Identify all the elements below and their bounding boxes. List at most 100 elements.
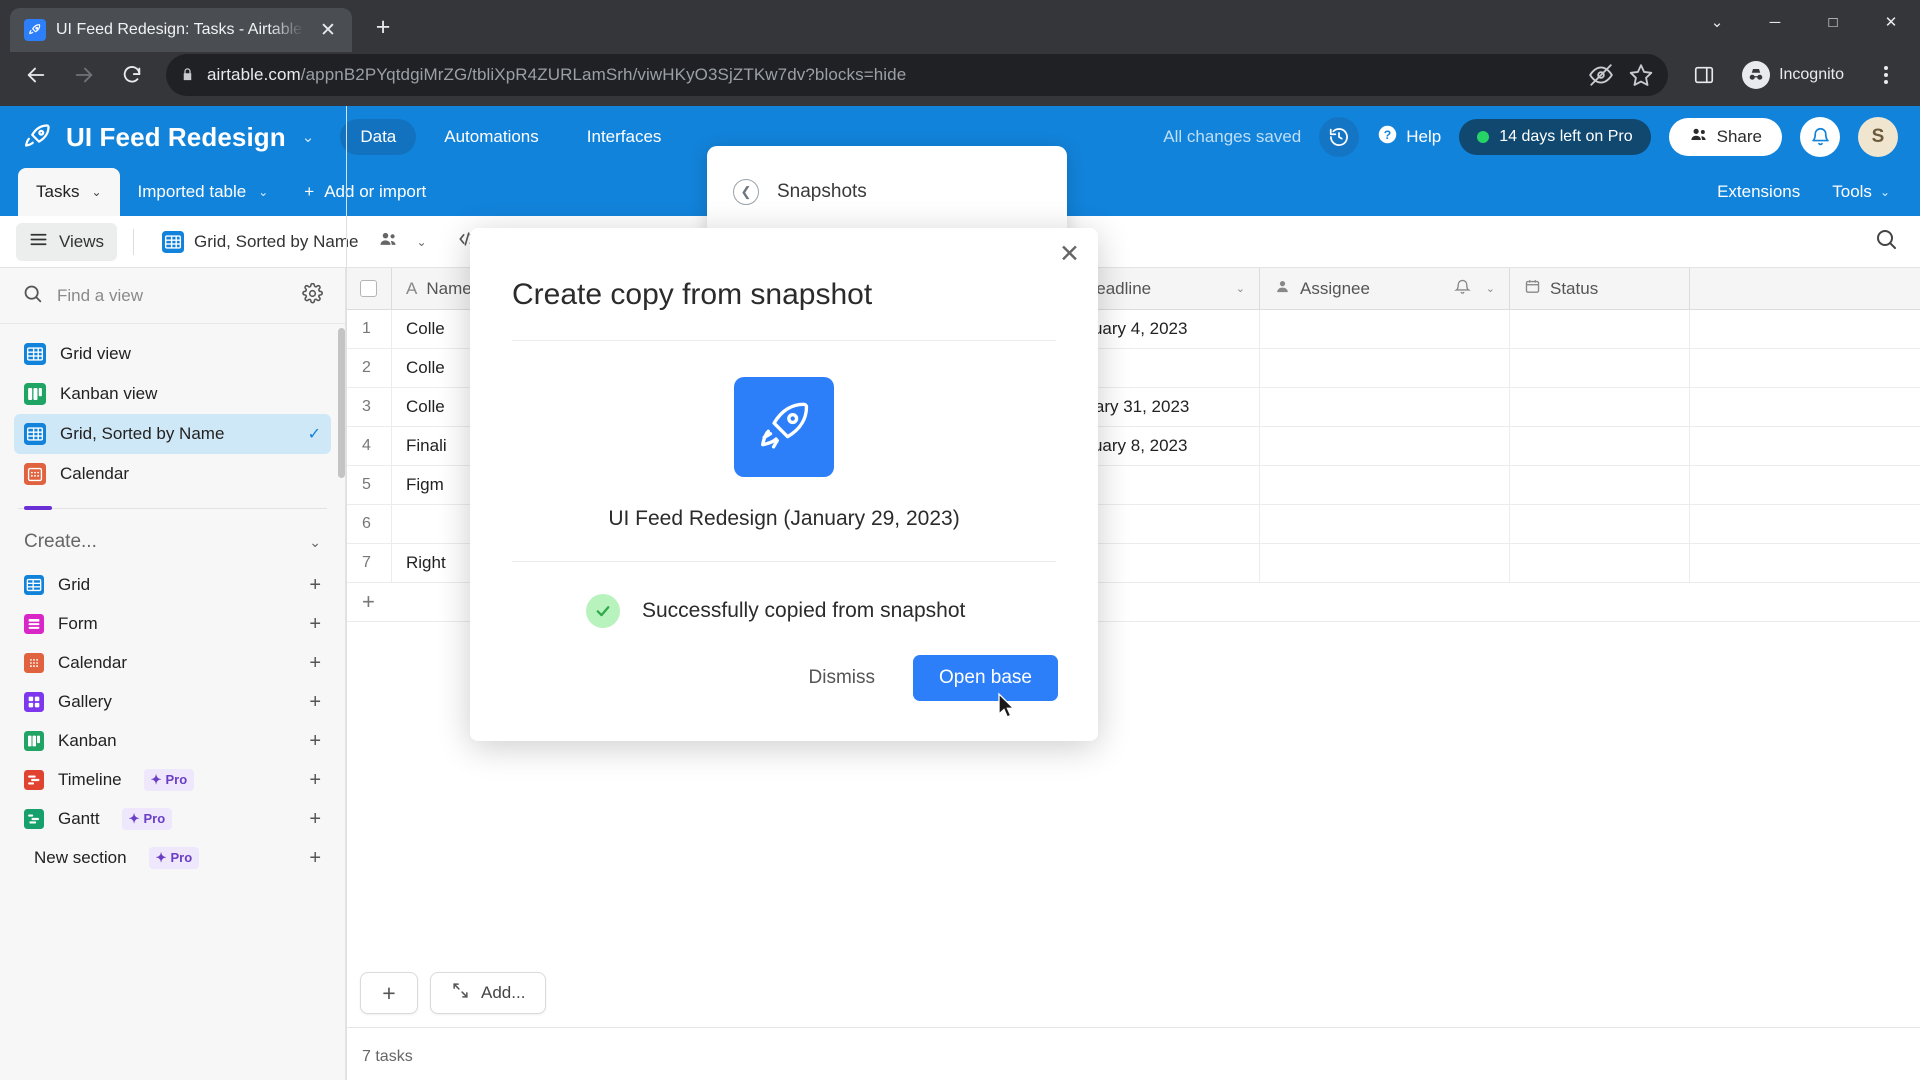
search-icon[interactable] bbox=[1874, 227, 1904, 256]
reload-icon[interactable] bbox=[110, 53, 154, 97]
create-label: Create... bbox=[24, 531, 97, 552]
window-close-button[interactable]: ✕ bbox=[1862, 0, 1920, 44]
cell-status[interactable] bbox=[1510, 505, 1690, 543]
form-view-icon bbox=[24, 613, 44, 634]
plus-icon[interactable]: + bbox=[309, 770, 321, 790]
table-tab-imported[interactable]: Imported table ⌄ bbox=[120, 168, 287, 216]
chevron-down-icon[interactable]: ⌄ bbox=[91, 185, 101, 199]
create-item-new-section[interactable]: New section ✦ Pro + bbox=[14, 838, 331, 877]
people-icon bbox=[1689, 125, 1708, 149]
avatar[interactable]: S bbox=[1858, 117, 1898, 157]
create-item-label: Gallery bbox=[58, 691, 112, 711]
checkmark-icon: ✓ bbox=[307, 426, 321, 443]
chevron-down-icon[interactable]: ⌄ bbox=[1880, 185, 1890, 199]
views-toggle-button[interactable]: Views bbox=[16, 222, 118, 261]
plus-icon[interactable]: + bbox=[309, 809, 321, 829]
current-view-button[interactable]: Grid, Sorted by Name ⌄ bbox=[150, 222, 438, 261]
create-item-calendar[interactable]: Calendar + bbox=[14, 643, 331, 682]
url-bar[interactable]: airtable.com/appnB2PYqtdgiMrZG/tbliXpR4Z… bbox=[166, 54, 1669, 96]
create-item-timeline[interactable]: Timeline ✦ Pro + bbox=[14, 760, 331, 799]
modal-footer: Dismiss Open base bbox=[470, 655, 1098, 741]
help-label: Help bbox=[1406, 127, 1442, 146]
close-icon[interactable]: ✕ bbox=[1059, 242, 1080, 267]
chevron-down-icon[interactable]: ⌄ bbox=[1236, 282, 1245, 295]
window-restore-button[interactable]: ─ bbox=[1746, 0, 1804, 44]
cell-status[interactable] bbox=[1510, 388, 1690, 426]
create-item-kanban[interactable]: Kanban + bbox=[14, 721, 331, 760]
gantt-view-icon bbox=[24, 808, 44, 829]
plus-icon[interactable]: + bbox=[309, 731, 321, 751]
cell-status[interactable] bbox=[1510, 427, 1690, 465]
plus-icon[interactable]: + bbox=[309, 653, 321, 673]
create-item-grid[interactable]: Grid + bbox=[14, 565, 331, 604]
sidebar-item-grid-view[interactable]: Grid view bbox=[14, 334, 331, 374]
chevron-down-icon[interactable]: ⌄ bbox=[1486, 282, 1495, 295]
sidebar-item-calendar[interactable]: Calendar bbox=[14, 454, 331, 494]
window-minimize-button[interactable]: ⌄ bbox=[1688, 0, 1746, 44]
tab-automations[interactable]: Automations bbox=[424, 119, 559, 155]
grid-view-icon bbox=[162, 230, 185, 253]
cell-status[interactable] bbox=[1510, 544, 1690, 582]
cell-assignee[interactable] bbox=[1260, 466, 1510, 504]
search-input[interactable] bbox=[57, 285, 288, 306]
column-header-assignee[interactable]: Assignee ⌄ bbox=[1260, 268, 1510, 309]
plus-icon[interactable]: + bbox=[309, 575, 321, 595]
cell-status[interactable] bbox=[1510, 310, 1690, 348]
share-button[interactable]: Share bbox=[1668, 118, 1782, 156]
bell-icon[interactable] bbox=[1800, 117, 1840, 157]
create-item-form[interactable]: Form + bbox=[14, 604, 331, 643]
new-tab-button[interactable]: + bbox=[366, 10, 400, 44]
star-icon[interactable] bbox=[1628, 62, 1654, 88]
cell-assignee[interactable] bbox=[1260, 349, 1510, 387]
dismiss-button[interactable]: Dismiss bbox=[787, 655, 898, 701]
forward-arrow-icon[interactable] bbox=[62, 53, 106, 97]
cell-assignee[interactable] bbox=[1260, 427, 1510, 465]
cell-assignee[interactable] bbox=[1260, 544, 1510, 582]
extensions-button[interactable]: Extensions bbox=[1703, 168, 1814, 216]
incognito-profile-button[interactable]: Incognito bbox=[1732, 55, 1860, 95]
open-base-button[interactable]: Open base bbox=[913, 655, 1058, 701]
plus-icon[interactable]: + bbox=[309, 614, 321, 634]
add-or-import-button[interactable]: + Add or import bbox=[286, 168, 444, 216]
cell-assignee[interactable] bbox=[1260, 505, 1510, 543]
plus-icon[interactable]: + bbox=[309, 848, 321, 868]
chevron-left-circle-icon[interactable]: ❮ bbox=[733, 179, 759, 205]
sidebar-item-grid-sorted-by-name[interactable]: Grid, Sorted by Name ✓ bbox=[14, 414, 331, 454]
cell-status[interactable] bbox=[1510, 466, 1690, 504]
back-arrow-icon[interactable] bbox=[14, 53, 58, 97]
trial-status-badge[interactable]: 14 days left on Pro bbox=[1459, 119, 1651, 155]
add-expanded-record-button[interactable]: Add... bbox=[430, 972, 547, 1014]
bell-icon[interactable] bbox=[1453, 279, 1471, 299]
select-all-checkbox[interactable] bbox=[346, 268, 392, 309]
add-record-button[interactable]: + bbox=[360, 972, 418, 1014]
tools-button[interactable]: Tools ⌄ bbox=[1818, 168, 1904, 216]
cell-assignee[interactable] bbox=[1260, 310, 1510, 348]
side-panel-icon[interactable] bbox=[1682, 53, 1726, 97]
three-dot-menu-icon[interactable] bbox=[1866, 55, 1906, 95]
cell-status[interactable] bbox=[1510, 349, 1690, 387]
sidebar-scrollbar[interactable] bbox=[338, 328, 345, 478]
chevron-down-icon[interactable]: ⌄ bbox=[258, 185, 268, 199]
table-tab-tasks[interactable]: Tasks ⌄ bbox=[18, 168, 120, 216]
close-icon[interactable]: ✕ bbox=[314, 16, 342, 44]
window-maximize-button[interactable]: □ bbox=[1804, 0, 1862, 44]
chevron-down-icon[interactable]: ⌄ bbox=[416, 235, 426, 249]
kanban-view-icon bbox=[24, 730, 44, 751]
row-number: 7 bbox=[346, 544, 392, 582]
history-clock-icon[interactable] bbox=[1319, 117, 1360, 157]
create-item-gantt[interactable]: Gantt ✦ Pro + bbox=[14, 799, 331, 838]
sidebar-item-kanban-view[interactable]: Kanban view bbox=[14, 374, 331, 414]
gallery-view-icon bbox=[24, 691, 44, 712]
eye-slash-icon[interactable] bbox=[1588, 62, 1614, 88]
chevron-down-icon[interactable]: ⌄ bbox=[309, 534, 321, 551]
gear-icon[interactable] bbox=[302, 282, 323, 309]
create-item-gallery[interactable]: Gallery + bbox=[14, 682, 331, 721]
cell-assignee[interactable] bbox=[1260, 388, 1510, 426]
column-header-status[interactable]: Status bbox=[1510, 268, 1690, 309]
help-button[interactable]: ? Help bbox=[1377, 124, 1441, 150]
checkbox-icon[interactable] bbox=[360, 280, 377, 297]
tab-interfaces[interactable]: Interfaces bbox=[567, 119, 682, 155]
chevron-down-icon[interactable]: ⌄ bbox=[302, 128, 315, 146]
plus-icon[interactable]: + bbox=[309, 692, 321, 712]
tab-data[interactable]: Data bbox=[340, 119, 417, 155]
